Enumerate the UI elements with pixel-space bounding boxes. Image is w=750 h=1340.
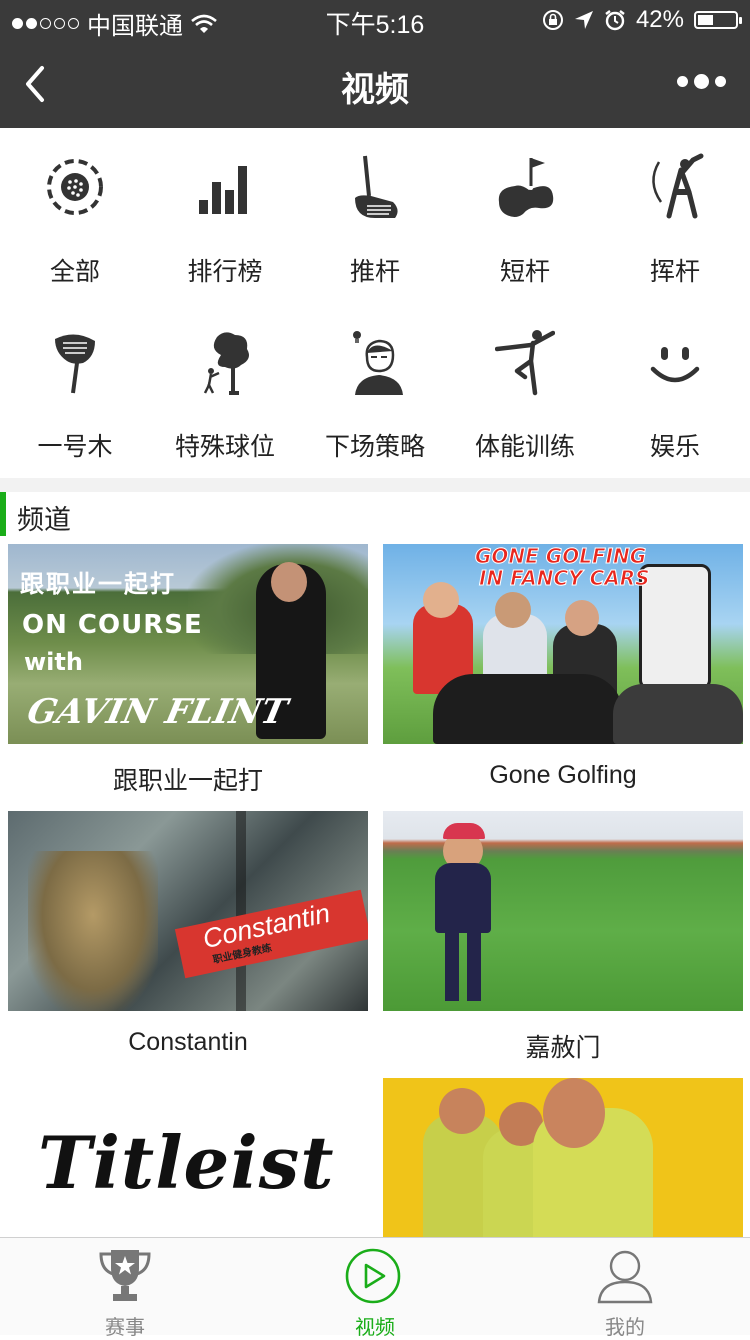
play-circle-icon — [345, 1248, 401, 1304]
channel-card[interactable]: GONE GOLFING IN FANCY CARS Gone Golfing — [383, 544, 743, 790]
thumb-text: 跟职业一起打 — [20, 570, 176, 598]
channel-title: 跟职业一起打 — [112, 767, 263, 795]
channel-thumbnail: Constantin 职业健身教练 — [8, 811, 368, 1011]
channel-card[interactable]: Constantin 职业健身教练 Constantin — [8, 811, 368, 1057]
category-putting[interactable]: 推杆 — [300, 128, 450, 303]
more-options-button[interactable] — [677, 74, 726, 89]
category-grid: 全部 排行榜 推杆 短杆 挥杆 一号木 特殊球位 下场策略 体能训练 娱乐 — [0, 128, 750, 478]
category-all[interactable]: 全部 — [0, 128, 150, 303]
category-label: 下场策略 — [324, 433, 425, 461]
thinking-person-icon — [353, 331, 403, 395]
tab-label: 视频 — [355, 1317, 395, 1339]
status-bar: 中国联通 下午5:16 42% — [0, 0, 750, 40]
thumb-text: GAVIN FLINT — [23, 692, 291, 732]
tab-label: 赛事 — [105, 1317, 145, 1339]
section-header: 频道 — [0, 492, 750, 536]
category-course-strategy[interactable]: 下场策略 — [300, 303, 450, 478]
yoga-pose-icon — [495, 330, 555, 396]
location-arrow-icon — [574, 11, 593, 29]
page-title: 视频 — [341, 71, 409, 109]
smile-icon — [650, 347, 700, 383]
driver-club-icon — [55, 334, 95, 394]
section-title: 频道 — [17, 505, 71, 535]
category-label: 挥杆 — [649, 258, 700, 286]
channel-title: Gone Golfing — [489, 761, 637, 789]
channel-title: Constantin — [128, 1028, 248, 1056]
tab-events[interactable]: 赛事 — [0, 1238, 250, 1339]
category-label: 体能训练 — [474, 433, 575, 461]
category-ranking[interactable]: 排行榜 — [150, 128, 300, 303]
channel-card[interactable]: 嘉赦门 — [383, 811, 743, 1064]
status-indicators: 42% — [542, 6, 742, 34]
trophy-icon — [99, 1250, 151, 1301]
bar-chart-icon — [199, 166, 247, 214]
category-label: 推杆 — [349, 258, 400, 286]
category-short-game[interactable]: 短杆 — [450, 128, 600, 303]
user-icon — [597, 1250, 653, 1304]
navigation-bar: 视频 — [0, 40, 750, 128]
green-flag-icon — [498, 158, 554, 217]
orientation-lock-icon — [542, 10, 563, 30]
category-driver[interactable]: 一号木 — [0, 303, 150, 478]
tab-video[interactable]: 视频 — [250, 1238, 500, 1339]
section-accent-bar — [0, 492, 6, 536]
thumb-text: GONE GOLFING — [474, 544, 647, 569]
golfer-swing-icon — [652, 153, 704, 219]
channel-thumbnail: GONE GOLFING IN FANCY CARS — [383, 544, 743, 744]
channel-card[interactable]: 跟职业一起打 ON COURSE with GAVIN FLINT 跟职业一起打 — [8, 544, 368, 797]
tab-mine[interactable]: 我的 — [500, 1238, 750, 1339]
category-swing[interactable]: 挥杆 — [600, 128, 750, 303]
category-label: 一号木 — [37, 433, 113, 461]
thumb-text: ON COURSE — [22, 610, 203, 640]
category-label: 娱乐 — [649, 433, 700, 461]
channel-thumbnail — [383, 811, 743, 1011]
category-label: 特殊球位 — [174, 433, 275, 461]
category-special-lie[interactable]: 特殊球位 — [150, 303, 300, 478]
tree-icon — [203, 332, 249, 395]
golf-ball-icon — [47, 159, 103, 215]
category-entertainment[interactable]: 娱乐 — [600, 303, 750, 478]
channel-thumbnail: 跟职业一起打 ON COURSE with GAVIN FLINT — [8, 544, 368, 744]
category-label: 排行榜 — [187, 258, 263, 286]
divider — [0, 478, 750, 492]
category-fitness[interactable]: 体能训练 — [450, 303, 600, 478]
battery-icon — [694, 11, 742, 29]
tab-label: 我的 — [605, 1317, 645, 1339]
titleist-logo: Titleist — [38, 1120, 335, 1205]
channel-title: 嘉赦门 — [525, 1034, 601, 1062]
tab-bar: 赛事 视频 我的 — [0, 1237, 750, 1339]
alarm-icon — [605, 10, 625, 31]
thumb-text: IN FANCY CARS — [479, 566, 651, 591]
battery-percent: 42% — [635, 6, 684, 33]
category-label: 全部 — [49, 258, 100, 286]
category-label: 短杆 — [499, 258, 550, 286]
putter-icon — [355, 155, 398, 218]
thumb-text: with — [24, 648, 83, 676]
